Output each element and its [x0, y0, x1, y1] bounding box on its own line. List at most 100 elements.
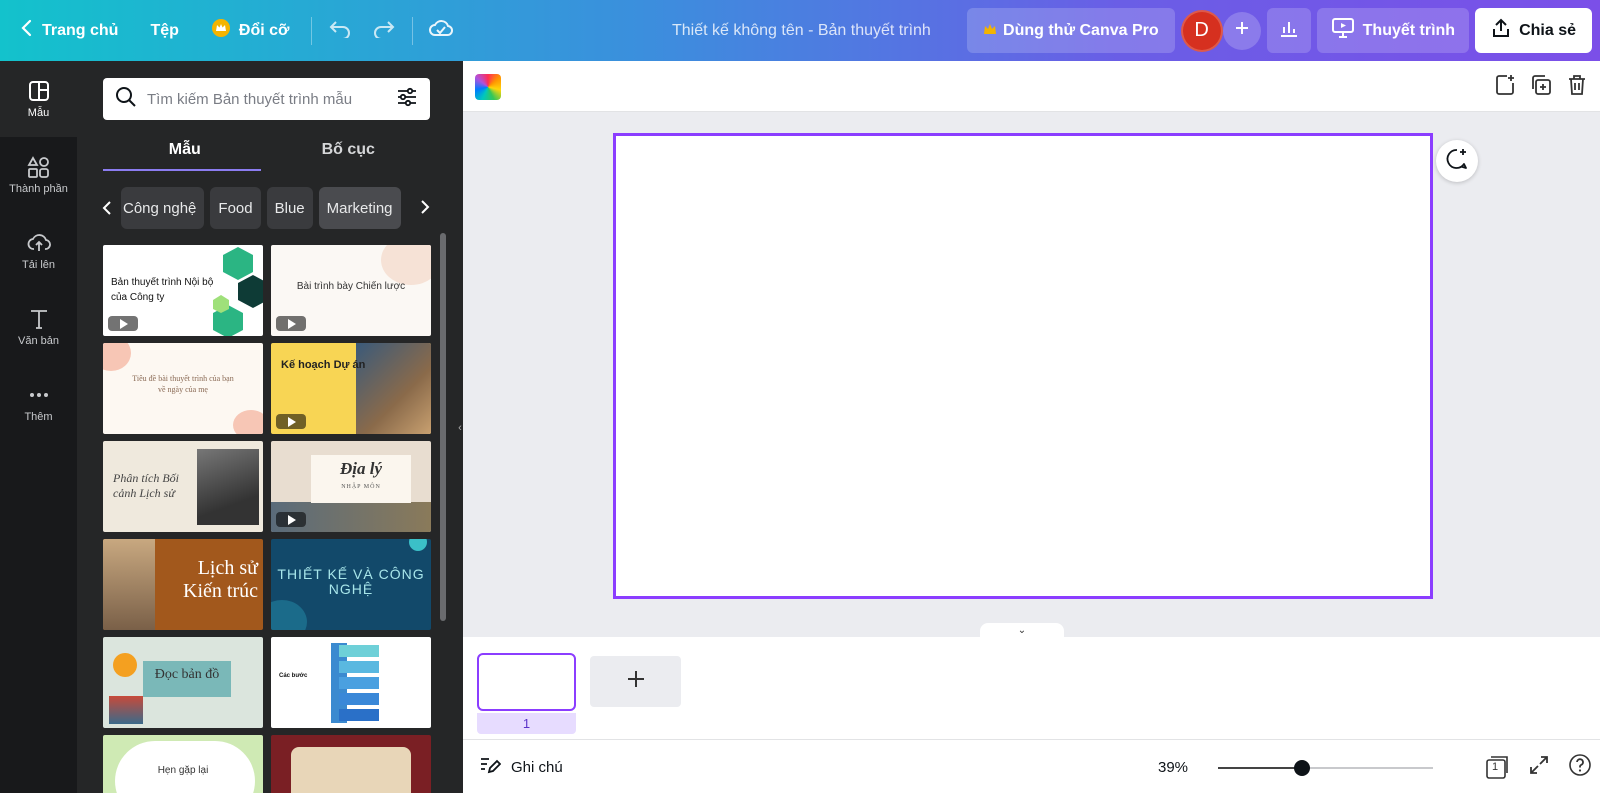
- filter-sliders-icon[interactable]: [396, 86, 418, 113]
- fullscreen-icon[interactable]: [1528, 754, 1550, 781]
- tab-templates[interactable]: Mẫu: [103, 131, 267, 171]
- home-button[interactable]: Trang chủ: [0, 0, 134, 61]
- rail-item-templates[interactable]: Mẫu: [0, 61, 77, 137]
- template-card[interactable]: Các bước: [271, 637, 431, 728]
- chips-next-button[interactable]: [413, 186, 437, 228]
- rail-item-more[interactable]: Thêm: [0, 365, 77, 441]
- resize-button[interactable]: Đổi cỡ: [195, 0, 306, 61]
- search-input[interactable]: [147, 90, 386, 108]
- hide-pages-button[interactable]: ⌄: [980, 623, 1064, 637]
- zoom-slider-knob[interactable]: [1293, 760, 1310, 776]
- resize-label: Đổi cỡ: [238, 21, 290, 39]
- zoom-slider-fill: [1218, 767, 1302, 769]
- chips-prev-button[interactable]: [99, 187, 115, 229]
- crown-icon: [211, 18, 231, 43]
- template-card[interactable]: THIẾT KẾ VÀ CÔNG NGHỆ: [271, 539, 431, 630]
- canvas-scrollbar[interactable]: [1588, 112, 1600, 619]
- rail-item-text[interactable]: Văn bản: [0, 289, 77, 365]
- rail-item-uploads[interactable]: Tải lên: [0, 213, 77, 289]
- notes-label: Ghi chú: [511, 758, 563, 776]
- plus-icon: [1234, 20, 1250, 41]
- avatar[interactable]: D: [1180, 9, 1223, 52]
- chip-technology[interactable]: Công nghệ: [121, 187, 205, 229]
- file-menu-button[interactable]: Tệp: [134, 0, 194, 61]
- chevron-left-icon: [20, 19, 34, 42]
- template-card[interactable]: Tiêu đề bài thuyết trình của bạn về ngày…: [103, 343, 263, 434]
- template-card[interactable]: [271, 735, 431, 793]
- comment-plus-icon: [1445, 147, 1469, 176]
- template-card[interactable]: Kế hoạch Dự án: [271, 343, 431, 434]
- presentation-icon: [1331, 17, 1355, 44]
- top-bar: Trang chủ Tệp Đổi cỡ Thiết kế không tên …: [0, 0, 1600, 61]
- rail-item-elements[interactable]: Thành phần: [0, 137, 77, 213]
- template-card[interactable]: Đọc bản đồ: [103, 637, 263, 728]
- template-card[interactable]: Hẹn gặp lại: [103, 735, 263, 793]
- template-card[interactable]: Bài trình bày Chiến lược: [271, 245, 431, 336]
- page-count-button[interactable]: 1: [1484, 755, 1510, 779]
- category-chips: Công nghệ Food Blue Marketing: [99, 186, 437, 230]
- chip-blue[interactable]: Blue: [266, 187, 313, 229]
- template-subtitle: NHẬP MÔN: [341, 484, 381, 490]
- chevron-right-icon: [421, 200, 430, 214]
- template-title: Các bước: [279, 673, 308, 679]
- video-play-icon: [276, 512, 306, 527]
- tab-layouts[interactable]: Bố cục: [267, 131, 431, 171]
- search-box: [103, 78, 430, 120]
- decor-blob: [409, 539, 427, 551]
- slide-page[interactable]: [613, 133, 1433, 599]
- scroll-shape: [291, 747, 411, 793]
- template-card[interactable]: Lịch sử Kiến trúc: [103, 539, 263, 630]
- chip-marketing[interactable]: Marketing: [318, 187, 401, 229]
- panel-tabs: Mẫu Bố cục: [103, 131, 430, 171]
- help-icon[interactable]: [1568, 753, 1592, 782]
- redo-button[interactable]: [362, 9, 406, 53]
- rail-label: Tải lên: [21, 259, 56, 271]
- video-play-icon: [276, 316, 306, 331]
- template-card[interactable]: Bản thuyết trình Nội bộ của Công ty: [103, 245, 263, 336]
- chevron-left-icon: [102, 201, 111, 215]
- decor-blob: [381, 245, 431, 285]
- undo-button[interactable]: [318, 9, 362, 53]
- history-photo: [197, 449, 259, 525]
- try-pro-label: Dùng thử Canva Pro: [1003, 21, 1159, 39]
- page-count-label: 1: [1492, 761, 1499, 773]
- duplicate-page-icon[interactable]: [1530, 74, 1552, 101]
- plus-icon: [626, 669, 646, 694]
- document-title[interactable]: Thiết kế không tên - Bản thuyết trình: [672, 0, 931, 61]
- template-card[interactable]: Phân tích Bối cảnh Lịch sử: [103, 441, 263, 532]
- add-page-icon[interactable]: [1494, 74, 1516, 101]
- step-item: [339, 693, 379, 705]
- chip-food[interactable]: Food: [210, 187, 261, 229]
- template-title: Phân tích Bối cảnh Lịch sử: [113, 471, 179, 500]
- zoom-percentage[interactable]: 39%: [1158, 740, 1188, 793]
- add-page-button[interactable]: [590, 656, 681, 707]
- panel-scrollbar[interactable]: [440, 233, 446, 621]
- invite-button[interactable]: [1222, 11, 1261, 50]
- notes-button[interactable]: Ghi chú: [479, 740, 563, 793]
- save-status-button[interactable]: [419, 9, 463, 53]
- search-icon: [115, 86, 137, 113]
- share-button[interactable]: Chia sẻ: [1475, 8, 1592, 53]
- template-card[interactable]: Địa lý NHẬP MÔN: [271, 441, 431, 532]
- template-title: Kế hoạch Dự án: [281, 359, 366, 371]
- rail-label: Thành phần: [9, 183, 68, 195]
- zoom-slider[interactable]: [1218, 760, 1433, 776]
- redo-icon: [372, 18, 396, 43]
- present-button[interactable]: Thuyết trình: [1316, 8, 1470, 53]
- templates-panel: Mẫu Bố cục Công nghệ Food Blue Marketing…: [77, 61, 463, 793]
- insights-button[interactable]: [1266, 8, 1311, 53]
- template-title: Lịch sử Kiến trúc: [183, 557, 258, 602]
- background-color-button[interactable]: [475, 74, 501, 100]
- undo-icon: [328, 18, 352, 43]
- divider: [311, 16, 313, 45]
- page-thumbnail[interactable]: [477, 653, 576, 711]
- try-pro-button[interactable]: Dùng thử Canva Pro: [967, 8, 1175, 53]
- left-rail: Mẫu Thành phần Tải lên Văn bản Thêm: [0, 61, 77, 793]
- template-title: Tiêu đề bài thuyết trình của bạn về ngày…: [132, 374, 234, 394]
- add-comment-button[interactable]: [1436, 140, 1478, 182]
- text-icon: [30, 310, 47, 329]
- trash-icon[interactable]: [1566, 74, 1588, 101]
- divider: [412, 16, 414, 45]
- video-play-icon: [276, 414, 306, 429]
- present-label: Thuyết trình: [1362, 21, 1456, 39]
